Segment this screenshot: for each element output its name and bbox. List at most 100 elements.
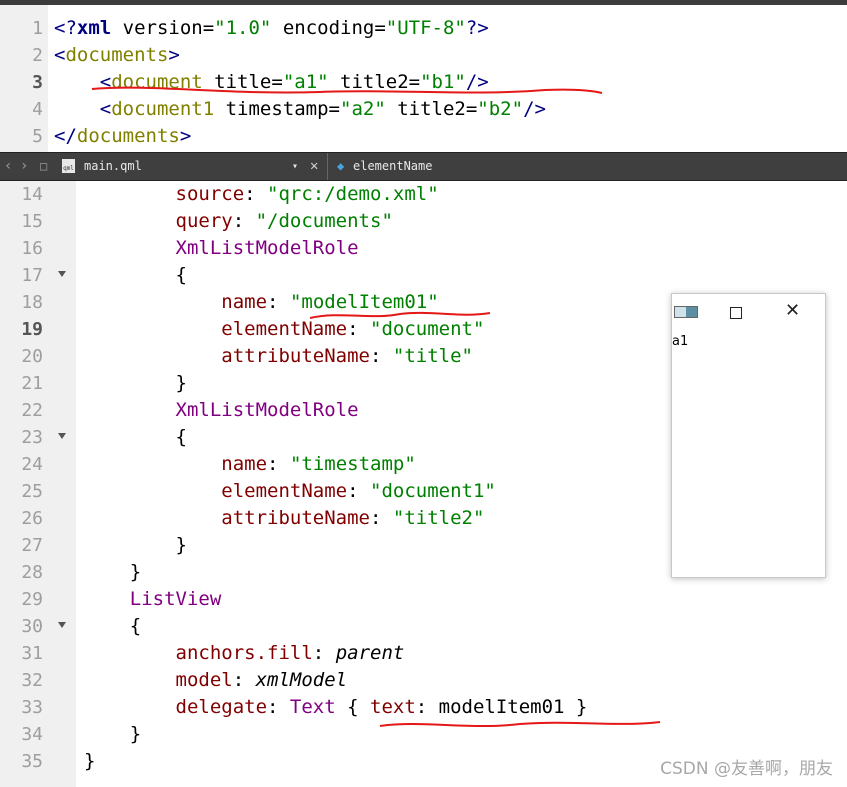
line-number: 34 (21, 724, 43, 745)
line-number: 33 (21, 697, 43, 718)
symbol-icon: ◆ (337, 159, 345, 173)
editor-toolbar: ‹ › □ qml main.qml ▾ ✕ ◆ elementName (0, 152, 847, 181)
line-number: 17 (21, 265, 43, 286)
code-text: </documents> (54, 123, 191, 150)
code-line[interactable]: 17 { (0, 262, 847, 289)
app-window[interactable]: ✕ a1 (671, 293, 826, 578)
code-line[interactable]: 1 <?xml version="1.0" encoding="UTF-8"?> (0, 15, 847, 42)
code-token: documents (65, 44, 169, 66)
code-line[interactable]: 15 query: "/documents" (0, 208, 847, 235)
line-number: 30 (21, 616, 43, 637)
fold-arrow-icon[interactable] (58, 271, 66, 277)
code-token: attributeName (221, 345, 370, 367)
close-window-icon[interactable]: ✕ (785, 300, 800, 321)
code-token: /> (465, 71, 489, 93)
code-text: } (84, 748, 95, 775)
code-token: { (335, 696, 371, 718)
toolbar-divider (327, 153, 328, 180)
current-symbol[interactable]: elementName (353, 153, 432, 180)
code-line[interactable]: 16 XmlListModelRole (0, 235, 847, 262)
code-token: elementName (221, 480, 348, 502)
code-token: } (84, 561, 142, 583)
file-dropdown-chevron-icon[interactable]: ▾ (292, 153, 298, 180)
line-number: 28 (21, 562, 43, 583)
line-number: 3 (32, 72, 43, 93)
line-number: 16 (21, 238, 43, 259)
code-text: XmlListModelRole (84, 235, 359, 262)
code-token: "timestamp" (289, 453, 416, 475)
code-text: elementName: "document" (84, 316, 484, 343)
code-line[interactable]: 31 anchors.fill: parent (0, 640, 847, 667)
code-token: source (175, 183, 245, 205)
line-number: 15 (21, 211, 43, 232)
code-token: < (99, 98, 112, 120)
code-token: delegate (175, 696, 268, 718)
line-number: 22 (21, 400, 43, 421)
code-text: } (84, 721, 141, 748)
code-token: title2= (328, 71, 421, 93)
back-arrow-icon[interactable]: ‹ (4, 153, 12, 180)
maximize-icon[interactable] (730, 307, 742, 319)
code-token: XmlListModelRole (175, 237, 359, 259)
code-token: { (84, 615, 142, 637)
open-file-name[interactable]: main.qml (84, 153, 142, 180)
code-token: "b2" (477, 98, 524, 120)
code-text: <document1 timestamp="a2" title2="b2"/> (54, 96, 546, 123)
code-line[interactable]: 5 </documents> (0, 123, 847, 150)
line-number: 29 (21, 589, 43, 610)
close-file-icon[interactable]: ✕ (310, 153, 318, 180)
code-token: : (370, 507, 393, 529)
line-number: 23 (21, 427, 43, 448)
delegate-text: a1 (672, 334, 689, 349)
line-number: 19 (21, 319, 43, 340)
code-token: "a1" (282, 71, 329, 93)
fold-arrow-icon[interactable] (58, 622, 66, 628)
code-token: XmlListModelRole (175, 399, 359, 421)
code-text: attributeName: "title2" (84, 505, 484, 532)
qml-file-icon: qml (62, 159, 75, 173)
forward-arrow-icon[interactable]: › (20, 153, 28, 180)
code-token: "title" (392, 345, 473, 367)
code-line[interactable]: 2 <documents> (0, 42, 847, 69)
code-line[interactable]: 29 ListView (0, 586, 847, 613)
code-token: elementName (221, 318, 348, 340)
code-token: } (84, 534, 187, 556)
code-token: timestamp= (214, 98, 341, 120)
line-number: 31 (21, 643, 43, 664)
code-line[interactable]: 14 source: "qrc:/demo.xml" (0, 181, 847, 208)
code-token: documents (76, 125, 180, 147)
code-text: query: "/documents" (84, 208, 393, 235)
line-number: 26 (21, 508, 43, 529)
code-token: document1 (111, 98, 215, 120)
code-token: "1.0" (214, 17, 272, 39)
code-text: XmlListModelRole (84, 397, 359, 424)
code-token: > (168, 44, 180, 66)
code-line[interactable]: 32 model: xmlModel (0, 667, 847, 694)
code-token: document (111, 71, 203, 93)
code-text: name: "modelItem01" (84, 289, 438, 316)
lock-icon: □ (40, 159, 48, 173)
code-token: : (232, 210, 256, 232)
code-line[interactable]: 34 } (0, 721, 847, 748)
code-line[interactable]: 3 <document title="a1" title2="b1"/> (0, 69, 847, 96)
code-line[interactable]: 30 { (0, 613, 847, 640)
code-token: < (99, 71, 112, 93)
code-text: } (84, 559, 141, 586)
line-number: 35 (21, 751, 43, 772)
code-token: "/documents" (255, 210, 393, 232)
code-line[interactable]: 4 <document1 timestamp="a2" title2="b2"/… (0, 96, 847, 123)
code-line[interactable]: 33 delegate: Text { text: modelItem01 } (0, 694, 847, 721)
code-token: name (221, 453, 268, 475)
fold-arrow-icon[interactable] (58, 433, 66, 439)
code-token: "qrc:/demo.xml" (267, 183, 439, 205)
code-token: : (347, 480, 371, 502)
xml-editor[interactable]: 1 <?xml version="1.0" encoding="UTF-8"?> 2… (0, 0, 847, 152)
code-token: > (179, 125, 192, 147)
code-token: } (84, 750, 96, 772)
